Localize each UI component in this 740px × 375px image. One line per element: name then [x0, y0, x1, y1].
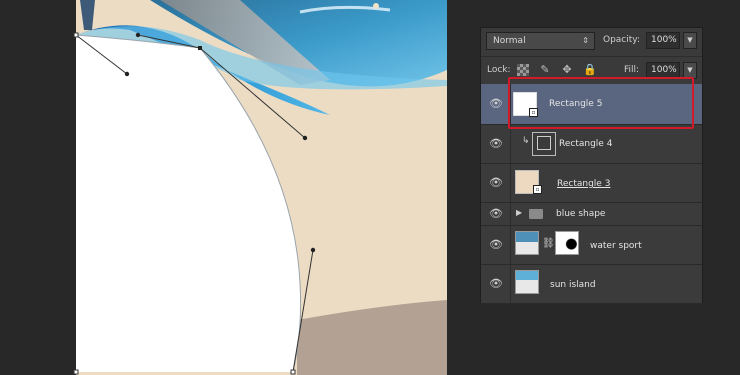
- layer-row-water-sport[interactable]: 👁 ⛓ water sport: [481, 226, 702, 265]
- eye-column-divider: [510, 226, 511, 264]
- layer-row-sun-island[interactable]: 👁 sun island: [481, 265, 702, 304]
- handle-point[interactable]: [135, 32, 141, 38]
- padlock-icon[interactable]: 🔒: [583, 64, 597, 76]
- clip-arrow-icon: ↳: [522, 136, 530, 146]
- move-cross-icon[interactable]: ✥: [561, 64, 573, 76]
- layer-mask-thumbnail[interactable]: [555, 231, 579, 255]
- eye-column-divider: [510, 125, 511, 163]
- layer-row-rectangle-4[interactable]: 👁 ↳ Rectangle 4: [481, 125, 702, 164]
- anchor-point[interactable]: [73, 32, 79, 38]
- handle-point[interactable]: [124, 71, 130, 77]
- updown-arrows-icon: ⇕: [582, 36, 589, 45]
- triangle-right-icon[interactable]: ▶: [516, 208, 522, 217]
- anchor-point[interactable]: [73, 369, 79, 375]
- eye-icon[interactable]: 👁: [489, 207, 503, 221]
- eye-icon[interactable]: 👁: [489, 137, 503, 151]
- layers-panel: Normal ⇕ Opacity: 100% ▼ Lock: ✎ ✥ 🔒 Fil…: [480, 27, 703, 304]
- handle-point[interactable]: [310, 247, 316, 253]
- eye-column-divider: [510, 203, 511, 225]
- surfer-figure: [373, 3, 379, 9]
- layer-name: Rectangle 4: [559, 139, 613, 149]
- fill-label: Fill:: [624, 65, 640, 75]
- lock-label: Lock:: [487, 65, 511, 75]
- layer-row-blue-shape[interactable]: 👁 ▶ blue shape: [481, 203, 702, 226]
- blend-row: Normal ⇕ Opacity: 100% ▼: [481, 28, 702, 56]
- checkerboard-lock-icon[interactable]: [517, 64, 529, 76]
- chain-link-icon[interactable]: ⛓: [542, 238, 555, 249]
- eye-column-divider: [510, 265, 511, 303]
- eye-icon[interactable]: 👁: [489, 277, 503, 291]
- anchor-point[interactable]: [198, 46, 202, 50]
- folder-icon: [529, 209, 543, 219]
- red-highlight-box: [508, 77, 694, 129]
- eye-icon[interactable]: 👁: [489, 238, 503, 252]
- layer-name: sun island: [550, 280, 596, 290]
- layer-thumbnail: [515, 231, 539, 255]
- handle-point[interactable]: [302, 135, 308, 141]
- opacity-label: Opacity:: [603, 35, 640, 45]
- layer-thumbnail: [515, 270, 539, 294]
- opacity-input[interactable]: 100%: [646, 32, 680, 49]
- eye-icon[interactable]: 👁: [489, 97, 503, 111]
- vector-mask-icon: ▫: [533, 185, 542, 194]
- layer-name: blue shape: [556, 209, 606, 219]
- blend-mode-value: Normal: [493, 36, 526, 46]
- eye-column-divider: [510, 164, 511, 202]
- artboard: [73, 0, 447, 375]
- layer-name: water sport: [590, 241, 642, 251]
- anchor-point[interactable]: [290, 369, 296, 375]
- vector-mask-icon: [537, 136, 551, 150]
- layer-row-rectangle-3[interactable]: 👁 ▫ Rectangle 3: [481, 164, 702, 203]
- eye-icon[interactable]: 👁: [489, 176, 503, 190]
- blend-mode-select[interactable]: Normal ⇕: [486, 32, 595, 50]
- brush-lock-icon[interactable]: ✎: [539, 64, 551, 76]
- opacity-dropdown-button[interactable]: ▼: [683, 32, 697, 49]
- layer-name: Rectangle 3: [557, 179, 611, 189]
